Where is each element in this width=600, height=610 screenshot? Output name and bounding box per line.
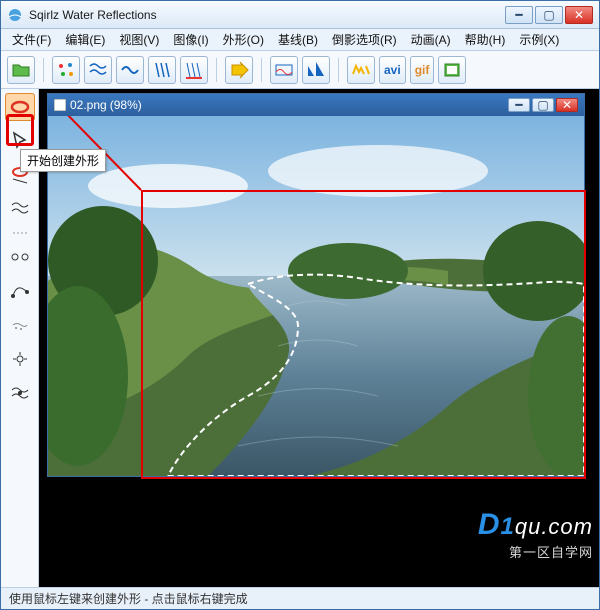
- document-canvas[interactable]: [48, 116, 584, 476]
- transform-tool[interactable]: [5, 345, 35, 373]
- menu-anim[interactable]: 动画(A): [404, 29, 458, 50]
- maximize-button[interactable]: ▢: [535, 6, 563, 24]
- title-bar: Sqirlz Water Reflections ━ ▢ ✕: [1, 1, 599, 29]
- toolbar-separator: [43, 58, 44, 82]
- menu-example[interactable]: 示例(X): [512, 29, 566, 50]
- app-window: Sqirlz Water Reflections ━ ▢ ✕ 文件(F) 编辑(…: [0, 0, 600, 610]
- export-frame-button[interactable]: [438, 56, 466, 84]
- separator-icon: [5, 229, 35, 237]
- label-a-button[interactable]: [180, 56, 208, 84]
- close-button[interactable]: ✕: [565, 6, 593, 24]
- window-title: Sqirlz Water Reflections: [29, 8, 503, 22]
- menu-bar: 文件(F) 编辑(E) 视图(V) 图像(I) 外形(O) 基线(B) 倒影选项…: [1, 29, 599, 51]
- watermark: D1qu.com 第一区自学网: [478, 508, 593, 561]
- document-window: 02.png (98%) ━ ▢ ✕: [47, 93, 585, 477]
- minimize-button[interactable]: ━: [505, 6, 533, 24]
- size-button[interactable]: [302, 56, 330, 84]
- animate-tool[interactable]: [5, 379, 35, 407]
- document-icon: [54, 99, 66, 111]
- main-toolbar: avi gif: [1, 51, 599, 89]
- export-avi-button[interactable]: avi: [379, 56, 406, 84]
- status-text: 使用鼠标左键来创建外形 - 点击鼠标右键完成: [9, 590, 248, 607]
- menu-reflect[interactable]: 倒影选项(R): [325, 29, 404, 50]
- preview-button[interactable]: [270, 56, 298, 84]
- wave-b-button[interactable]: [116, 56, 144, 84]
- rain-button[interactable]: [148, 56, 176, 84]
- menu-help[interactable]: 帮助(H): [458, 29, 513, 50]
- annotation-box: [141, 190, 586, 479]
- ripple-points-button[interactable]: [52, 56, 80, 84]
- play-button[interactable]: [225, 56, 253, 84]
- document-filename: 02.png: [70, 98, 107, 112]
- canvas-area: 02.png (98%) ━ ▢ ✕: [39, 89, 599, 587]
- draw-outline-tool[interactable]: [5, 93, 35, 121]
- document-title-bar[interactable]: 02.png (98%) ━ ▢ ✕: [48, 94, 584, 116]
- doc-close-button[interactable]: ✕: [556, 98, 578, 112]
- doc-maximize-button[interactable]: ▢: [532, 98, 554, 112]
- export-gif-button[interactable]: gif: [410, 56, 435, 84]
- status-bar: 使用鼠标左键来创建外形 - 点击鼠标右键完成: [1, 587, 599, 609]
- wave-a-button[interactable]: [84, 56, 112, 84]
- document-zoom: (98%): [110, 98, 142, 112]
- wave-tool[interactable]: [5, 195, 35, 223]
- menu-file[interactable]: 文件(F): [5, 29, 58, 50]
- menu-base[interactable]: 基线(B): [271, 29, 325, 50]
- toolbar-separator: [216, 58, 217, 82]
- doc-minimize-button[interactable]: ━: [508, 98, 530, 112]
- tool-tooltip: 开始创建外形: [20, 149, 106, 172]
- anchors-tool[interactable]: [5, 243, 35, 271]
- curve-tool[interactable]: [5, 277, 35, 305]
- toolbar-separator: [338, 58, 339, 82]
- open-file-button[interactable]: [7, 56, 35, 84]
- app-icon: [7, 7, 23, 23]
- mw-button[interactable]: [347, 56, 375, 84]
- menu-view[interactable]: 视图(V): [112, 29, 166, 50]
- blur-tool[interactable]: [5, 311, 35, 339]
- menu-edit[interactable]: 编辑(E): [58, 29, 112, 50]
- menu-image[interactable]: 图像(I): [166, 29, 215, 50]
- toolbar-separator: [261, 58, 262, 82]
- menu-outline[interactable]: 外形(O): [216, 29, 271, 50]
